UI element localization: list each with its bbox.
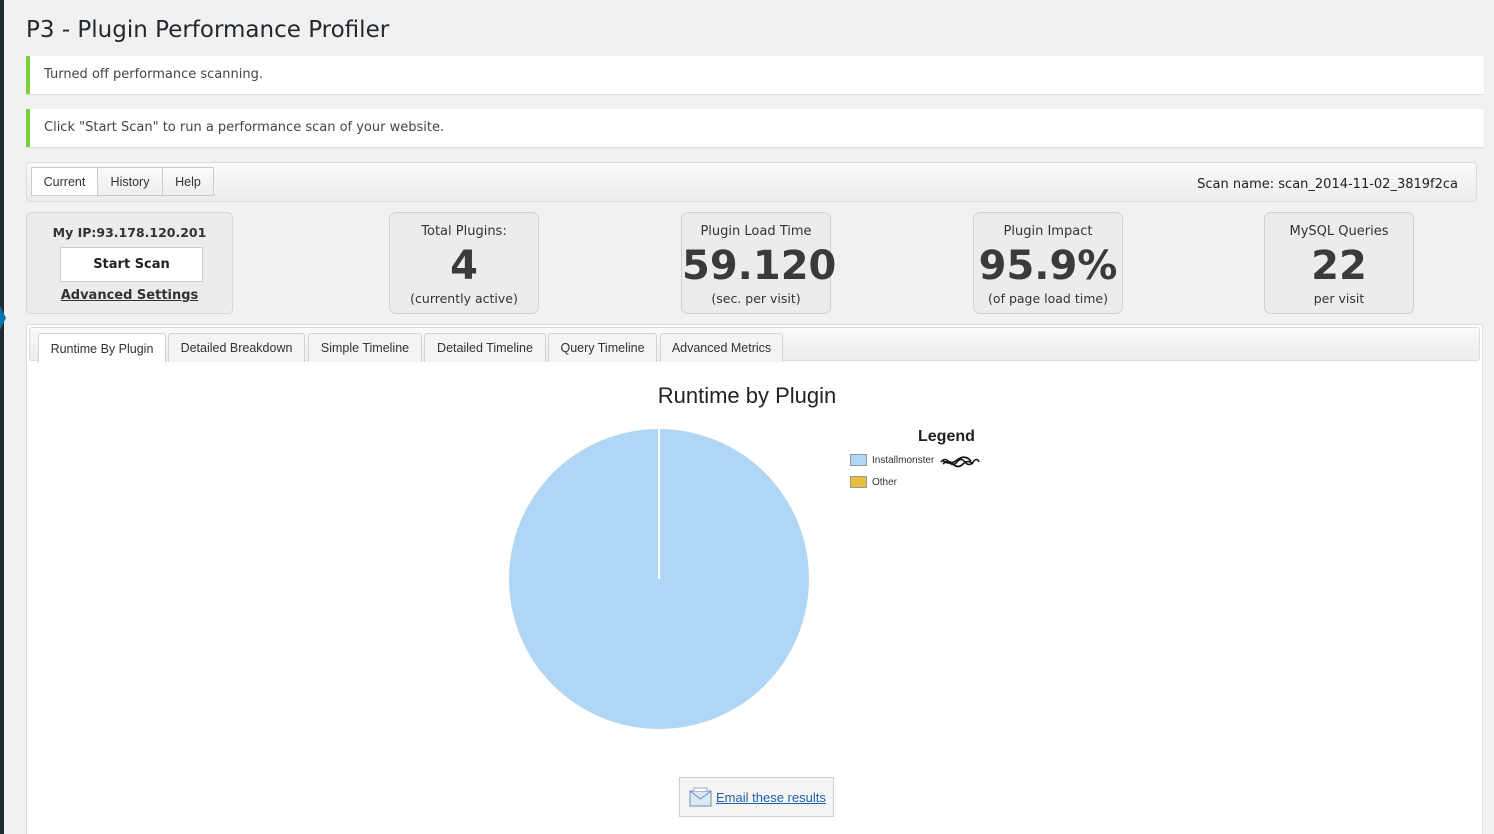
stat-value: 22 [1311, 243, 1367, 289]
stat-value: 95.9% [978, 243, 1118, 289]
scan-name: Scan name: scan_2014-11-02_3819f2ca [1197, 177, 1458, 192]
help-button[interactable]: Help [162, 167, 214, 196]
view-toolbar: Current History Help Scan name: scan_201… [26, 162, 1477, 202]
email-results-button[interactable]: Email these results [679, 777, 834, 817]
stat-sub: per visit [1313, 291, 1365, 306]
legend-item-other: Other [850, 476, 897, 488]
legend-item-installmonster: Installmonster [850, 454, 934, 466]
stat-label: Plugin Load Time [700, 224, 812, 239]
legend-label: Other [872, 476, 898, 488]
redaction-scribble [940, 456, 980, 468]
email-results-link[interactable]: Email these results [716, 790, 826, 805]
results-panel: Runtime By Plugin Detailed Breakdown Sim… [26, 324, 1483, 834]
stat-sub: (of page load time) [988, 291, 1108, 306]
stat-value: 59.120 [682, 243, 837, 289]
start-scan-button[interactable]: Start Scan [60, 247, 203, 282]
stat-value: 4 [450, 243, 478, 289]
notice-start-scan: Click "Start Scan" to run a performance … [26, 109, 1484, 147]
runtime-pie-chart [509, 429, 809, 729]
admin-sidebar-edge [0, 0, 4, 834]
sidebar-collapse-arrow-icon[interactable] [0, 306, 6, 330]
notice-scanning-off: Turned off performance scanning. [26, 56, 1484, 94]
history-button[interactable]: History [97, 167, 163, 196]
my-ip-label: My IP:93.178.120.201 [52, 225, 207, 240]
advanced-settings-link[interactable]: Advanced Settings [27, 288, 232, 303]
stat-mysql-queries: MySQL Queries 22 per visit [1264, 212, 1414, 314]
stat-plugin-impact: Plugin Impact 95.9% (of page load time) [973, 212, 1123, 314]
tab-advanced-metrics[interactable]: Advanced Metrics [660, 333, 783, 362]
legend-label: Installmonster [872, 454, 935, 466]
tab-query-timeline[interactable]: Query Timeline [548, 333, 657, 362]
scan-control-box: My IP:93.178.120.201 Start Scan Advanced… [26, 212, 233, 314]
tab-simple-timeline[interactable]: Simple Timeline [308, 333, 422, 362]
stat-label: Plugin Impact [1003, 224, 1093, 239]
legend-swatch [850, 476, 867, 488]
tab-detailed-timeline[interactable]: Detailed Timeline [424, 333, 546, 362]
envelope-icon [689, 787, 712, 807]
chart-title: Runtime by Plugin [657, 383, 837, 408]
page-title: P3 - Plugin Performance Profiler [26, 17, 390, 43]
stat-total-plugins: Total Plugins: 4 (currently active) [389, 212, 539, 314]
stat-label: MySQL Queries [1289, 224, 1389, 239]
tab-runtime-by-plugin[interactable]: Runtime By Plugin [38, 333, 166, 363]
stat-plugin-load-time: Plugin Load Time 59.120 (sec. per visit) [681, 212, 837, 314]
stat-sub: (currently active) [410, 291, 518, 306]
stat-label: Total Plugins: [421, 224, 507, 239]
legend-title: Legend [918, 428, 975, 445]
legend-swatch [850, 454, 867, 466]
stat-sub: (sec. per visit) [711, 291, 801, 306]
tab-detailed-breakdown[interactable]: Detailed Breakdown [168, 333, 305, 362]
results-tabs: Runtime By Plugin Detailed Breakdown Sim… [29, 327, 1480, 363]
current-button[interactable]: Current [31, 167, 98, 196]
